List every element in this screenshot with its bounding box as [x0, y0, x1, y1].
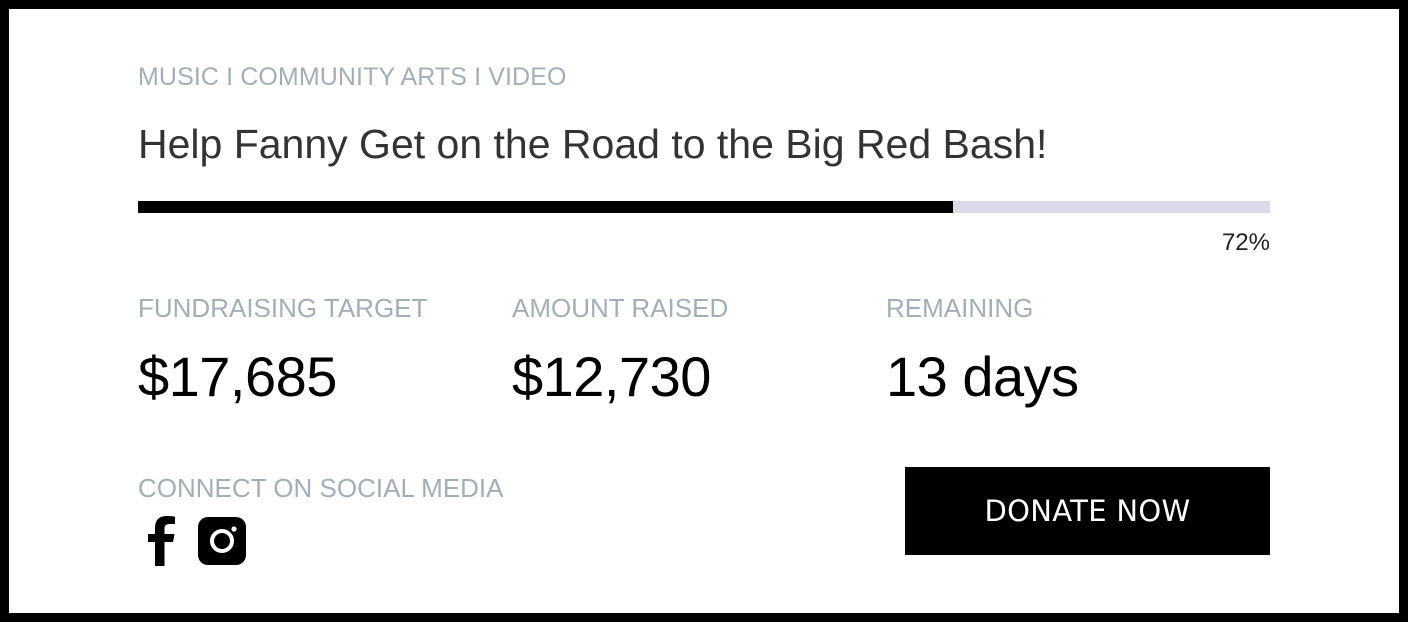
stat-value: $12,730	[512, 345, 711, 408]
stat-remaining: REMAINING 13 days	[886, 293, 1079, 409]
campaign-title: Help Fanny Get on the Road to the Big Re…	[138, 121, 1048, 167]
stat-label: AMOUNT RAISED	[512, 293, 729, 323]
social-media-label: CONNECT ON SOCIAL MEDIA	[138, 473, 504, 503]
progress-bar	[138, 201, 1270, 213]
social-icons	[145, 516, 247, 571]
stat-fundraising-target: FUNDRAISING TARGET $17,685	[138, 293, 427, 409]
stat-value: 13 days	[886, 345, 1079, 408]
campaign-categories: MUSIC I COMMUNITY ARTS I VIDEO	[138, 63, 567, 91]
facebook-icon[interactable]	[145, 516, 181, 571]
stat-label: REMAINING	[886, 293, 1034, 323]
stat-amount-raised: AMOUNT RAISED $12,730	[512, 293, 728, 409]
stat-label: FUNDRAISING TARGET	[138, 293, 428, 323]
instagram-icon[interactable]	[197, 516, 247, 571]
stat-value: $17,685	[138, 345, 337, 408]
progress-percent: 72%	[1221, 229, 1270, 256]
campaign-card: MUSIC I COMMUNITY ARTS I VIDEO Help Fann…	[0, 0, 1408, 622]
donate-button[interactable]: DONATE NOW	[905, 467, 1270, 555]
progress-bar-fill	[138, 201, 954, 213]
